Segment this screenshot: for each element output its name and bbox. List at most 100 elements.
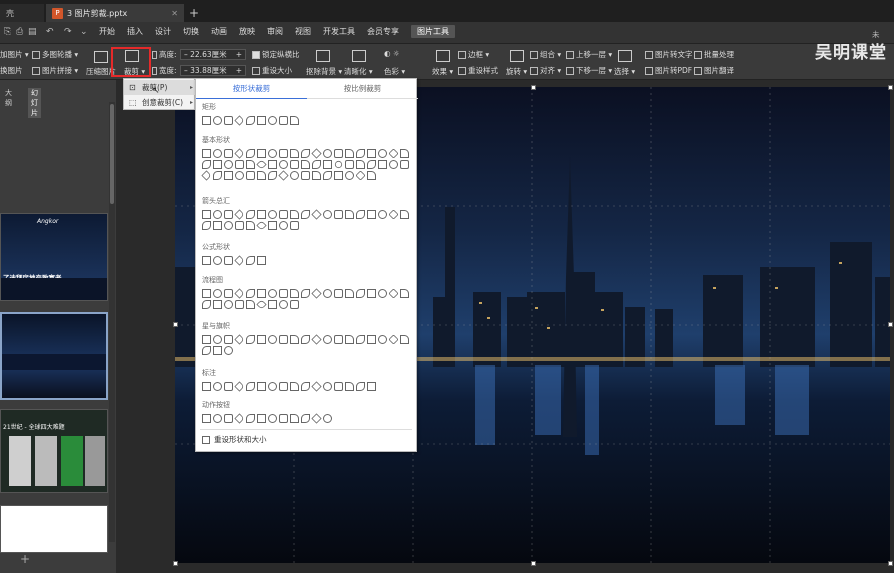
shape-option[interactable] bbox=[224, 382, 233, 391]
tab-crop-by-shape[interactable]: 按形状裁剪 bbox=[196, 79, 307, 99]
shape-option[interactable] bbox=[268, 160, 277, 169]
menu-item-crop[interactable]: ⊡ 裁剪(P) ▸ bbox=[124, 80, 196, 95]
shape-option[interactable] bbox=[345, 149, 354, 158]
shape-option[interactable] bbox=[213, 210, 222, 219]
shape-option[interactable] bbox=[246, 171, 255, 180]
menu-home[interactable]: 开始 bbox=[99, 26, 115, 37]
add-picture-button[interactable]: 加图片 ▾ bbox=[0, 49, 29, 60]
shape-option[interactable] bbox=[202, 414, 211, 423]
shape-option[interactable] bbox=[257, 382, 266, 391]
shape-option[interactable] bbox=[246, 149, 255, 158]
shape-option[interactable] bbox=[224, 346, 233, 355]
shape-option[interactable] bbox=[213, 346, 222, 355]
shape-option[interactable] bbox=[311, 413, 322, 424]
shape-option[interactable] bbox=[235, 160, 244, 169]
resize-handle-top-right[interactable] bbox=[888, 85, 893, 90]
shape-option[interactable] bbox=[224, 116, 233, 125]
resize-handle-bottom-right[interactable] bbox=[888, 561, 893, 566]
shape-option[interactable] bbox=[367, 210, 376, 219]
resize-handle-right[interactable] bbox=[888, 322, 893, 327]
shape-option[interactable] bbox=[378, 210, 387, 219]
shape-grid-arrows[interactable] bbox=[202, 209, 412, 231]
shape-option[interactable] bbox=[334, 210, 343, 219]
shape-option[interactable] bbox=[311, 288, 322, 299]
shape-option[interactable] bbox=[279, 210, 288, 219]
shape-option[interactable] bbox=[367, 160, 376, 169]
shape-option[interactable] bbox=[246, 335, 255, 344]
shape-option[interactable] bbox=[202, 160, 211, 169]
shape-option[interactable] bbox=[256, 299, 267, 310]
shape-option[interactable] bbox=[301, 335, 310, 344]
shape-option[interactable] bbox=[201, 170, 212, 181]
sharpen-button[interactable]: 清晰化 ▾ bbox=[344, 66, 373, 77]
shape-option[interactable] bbox=[378, 289, 387, 298]
shape-grid-callouts[interactable] bbox=[202, 381, 412, 392]
resize-handle-left[interactable] bbox=[173, 322, 178, 327]
document-tab-1[interactable]: 壳 bbox=[0, 4, 44, 22]
shape-option[interactable] bbox=[213, 256, 222, 265]
multi-outline-button[interactable]: 多图轮播 ▾ bbox=[32, 49, 78, 60]
shape-option[interactable] bbox=[246, 289, 255, 298]
shape-option[interactable] bbox=[312, 160, 321, 169]
print-icon[interactable]: ⎙ bbox=[16, 27, 23, 37]
shape-option[interactable] bbox=[311, 334, 322, 345]
shape-option[interactable] bbox=[279, 116, 288, 125]
shape-option[interactable] bbox=[224, 171, 233, 180]
shape-option[interactable] bbox=[311, 209, 322, 220]
shape-option[interactable] bbox=[334, 289, 343, 298]
shape-option[interactable] bbox=[234, 334, 245, 345]
picture-collage-button[interactable]: 图片拼接 ▾ bbox=[32, 65, 78, 76]
shape-option[interactable] bbox=[234, 288, 245, 299]
shape-grid-basic[interactable] bbox=[201, 148, 412, 181]
shape-option[interactable] bbox=[290, 210, 299, 219]
shape-option[interactable] bbox=[345, 335, 354, 344]
shape-option[interactable] bbox=[235, 171, 244, 180]
shape-option[interactable] bbox=[356, 335, 365, 344]
shape-option[interactable] bbox=[268, 171, 277, 180]
shape-option[interactable] bbox=[388, 148, 399, 159]
rotate-button[interactable]: 旋转 ▾ bbox=[506, 66, 527, 77]
shape-option[interactable] bbox=[246, 382, 255, 391]
document-tab-active[interactable]: P 3 图片剪裁.pptx ✕ bbox=[46, 4, 184, 22]
shape-option[interactable] bbox=[356, 160, 365, 169]
tab-crop-by-ratio[interactable]: 按比例裁剪 bbox=[307, 79, 418, 99]
shape-option[interactable] bbox=[234, 255, 245, 266]
shape-option[interactable] bbox=[279, 414, 288, 423]
slide-thumbnail-4[interactable] bbox=[0, 505, 108, 553]
shape-option[interactable] bbox=[334, 171, 343, 180]
menu-slideshow[interactable]: 放映 bbox=[239, 26, 255, 37]
shape-option[interactable] bbox=[345, 171, 354, 180]
menu-picture-tools[interactable]: 图片工具 bbox=[411, 25, 455, 38]
redo-icon[interactable]: ↷ bbox=[64, 27, 72, 37]
add-slide-button[interactable]: + bbox=[20, 552, 30, 566]
shape-option[interactable] bbox=[202, 256, 211, 265]
shape-option[interactable] bbox=[290, 289, 299, 298]
shape-option[interactable] bbox=[202, 116, 211, 125]
shape-option[interactable] bbox=[246, 210, 255, 219]
shape-grid-flowchart[interactable] bbox=[202, 288, 412, 310]
shape-grid-stars[interactable] bbox=[202, 334, 412, 355]
shape-option[interactable] bbox=[334, 149, 343, 158]
shape-option[interactable] bbox=[367, 171, 376, 180]
tab-close-icon[interactable]: ✕ bbox=[171, 9, 178, 18]
menu-member[interactable]: 会员专享 bbox=[367, 26, 399, 37]
shape-option[interactable] bbox=[234, 381, 245, 392]
shape-option[interactable] bbox=[235, 300, 244, 309]
shape-option[interactable] bbox=[279, 160, 288, 169]
shape-option[interactable] bbox=[224, 414, 233, 423]
shape-option[interactable] bbox=[323, 160, 332, 169]
flip-button[interactable]: 图片翻译 bbox=[694, 65, 734, 76]
shape-option[interactable] bbox=[234, 148, 245, 159]
shape-option[interactable] bbox=[279, 221, 288, 230]
shape-option[interactable] bbox=[378, 160, 387, 169]
shape-option[interactable] bbox=[378, 149, 387, 158]
pic-to-pdf-button[interactable]: 图片转PDF bbox=[645, 65, 692, 76]
shape-option[interactable] bbox=[367, 382, 376, 391]
shape-option[interactable] bbox=[279, 149, 288, 158]
shape-option[interactable] bbox=[268, 382, 277, 391]
menu-review[interactable]: 审阅 bbox=[267, 26, 283, 37]
menu-item-creative-crop[interactable]: ⬚ 创意裁剪(C) ▸ bbox=[124, 95, 196, 110]
shape-option[interactable] bbox=[268, 289, 277, 298]
shape-option[interactable] bbox=[268, 149, 277, 158]
shape-option[interactable] bbox=[323, 414, 332, 423]
